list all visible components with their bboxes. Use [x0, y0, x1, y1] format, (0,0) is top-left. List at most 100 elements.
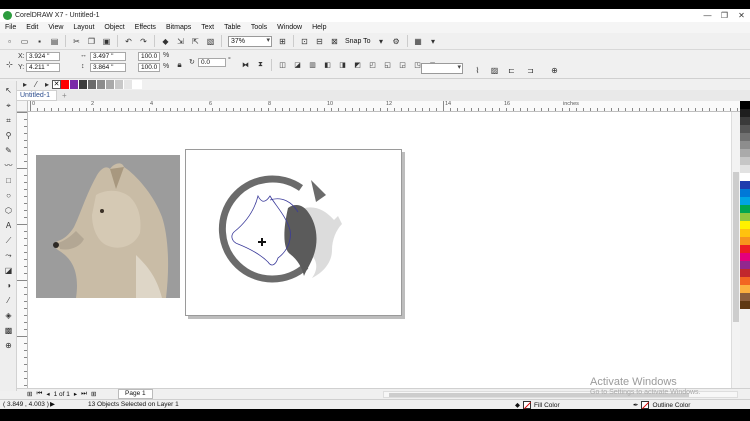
- text-tool-icon[interactable]: A: [1, 220, 16, 231]
- menu-edit[interactable]: Edit: [21, 24, 43, 31]
- palette-arrow-icon[interactable]: ▸: [43, 79, 51, 91]
- color-swatch[interactable]: [740, 237, 750, 245]
- menu-layout[interactable]: Layout: [68, 24, 99, 31]
- color-swatch[interactable]: [740, 277, 750, 285]
- add-page-icon[interactable]: ⊞: [91, 390, 96, 398]
- add-snap-point-icon[interactable]: ⊕: [548, 64, 561, 76]
- menu-window[interactable]: Window: [272, 24, 307, 31]
- vertical-ruler[interactable]: [17, 112, 28, 388]
- application-launcher-icon[interactable]: ▦: [412, 35, 425, 47]
- color-swatch[interactable]: [740, 117, 750, 125]
- pick-tool-icon[interactable]: ⊹: [3, 58, 16, 70]
- zoom-tool-icon[interactable]: ⚲: [1, 130, 16, 141]
- color-swatch[interactable]: [740, 261, 750, 269]
- shape-tool-icon[interactable]: ⌖: [1, 100, 16, 111]
- menu-effects[interactable]: Effects: [130, 24, 161, 31]
- connector-tool-icon[interactable]: ⤳: [1, 250, 16, 261]
- ungroup-all-icon[interactable]: ▥: [306, 59, 319, 71]
- color-swatch[interactable]: [740, 269, 750, 277]
- color-swatch[interactable]: [740, 181, 750, 189]
- drop-shadow-tool-icon[interactable]: ◪: [1, 265, 16, 276]
- color-swatch[interactable]: [740, 125, 750, 133]
- close-button[interactable]: ✕: [733, 9, 750, 22]
- new-document-icon[interactable]: ▫: [3, 35, 16, 47]
- width-field[interactable]: 3.497 ": [90, 52, 126, 61]
- color-swatch[interactable]: [740, 165, 750, 173]
- color-swatch[interactable]: [740, 245, 750, 253]
- minimize-button[interactable]: —: [699, 9, 716, 22]
- group-icon[interactable]: ◫: [276, 59, 289, 71]
- wrap-text-icon[interactable]: ▨: [488, 64, 501, 76]
- trim-icon[interactable]: ◩: [351, 59, 364, 71]
- zoom-level-select[interactable]: 37%: [228, 35, 272, 47]
- simplify-icon[interactable]: ◱: [381, 59, 394, 71]
- x-position-field[interactable]: 3.924 ": [26, 52, 60, 61]
- color-swatch[interactable]: [740, 157, 750, 165]
- menu-tools[interactable]: Tools: [246, 24, 272, 31]
- prev-page-icon[interactable]: ◂: [46, 390, 49, 398]
- color-swatch[interactable]: [740, 173, 750, 181]
- undo-icon[interactable]: ↶: [122, 35, 135, 47]
- y-position-field[interactable]: 4.211 ": [26, 63, 60, 72]
- color-swatch[interactable]: [133, 80, 142, 89]
- restore-button[interactable]: ❐: [716, 9, 733, 22]
- convert-to-curves-icon[interactable]: ⌇: [471, 64, 484, 76]
- color-palette[interactable]: [740, 101, 750, 391]
- snap-to-dropdown[interactable]: Snap To: [345, 38, 371, 45]
- color-swatch[interactable]: [740, 141, 750, 149]
- artistic-media-icon[interactable]: 〰: [1, 160, 16, 171]
- chevron-down-icon[interactable]: ▾: [375, 35, 388, 47]
- color-swatch[interactable]: [740, 285, 750, 293]
- status-play-icon[interactable]: ▶: [50, 400, 55, 408]
- polygon-tool-icon[interactable]: ⬡: [1, 205, 16, 216]
- redo-icon[interactable]: ↷: [137, 35, 150, 47]
- menu-object[interactable]: Object: [99, 24, 129, 31]
- color-swatch[interactable]: [740, 221, 750, 229]
- color-swatch[interactable]: [97, 80, 106, 89]
- combine-icon[interactable]: ◧: [321, 59, 334, 71]
- menu-bitmaps[interactable]: Bitmaps: [161, 24, 196, 31]
- wolf-logo-artwork[interactable]: [186, 150, 403, 317]
- add-tool-icon[interactable]: ⊕: [1, 340, 16, 351]
- align-distribute-icon[interactable]: ⊏: [505, 64, 518, 76]
- no-color-swatch[interactable]: ✕: [52, 80, 61, 89]
- color-swatch[interactable]: [740, 301, 750, 309]
- export-icon[interactable]: ⇱: [189, 35, 202, 47]
- menu-file[interactable]: File: [0, 24, 21, 31]
- last-page-icon[interactable]: ⏭: [81, 390, 87, 398]
- smart-fill-icon[interactable]: ▩: [1, 325, 16, 336]
- color-swatch[interactable]: [740, 253, 750, 261]
- color-swatch[interactable]: [79, 80, 88, 89]
- crop-tool-icon[interactable]: ⌗: [1, 115, 16, 126]
- menu-view[interactable]: View: [43, 24, 68, 31]
- options-gear-icon[interactable]: ⚙: [390, 35, 403, 47]
- weld-icon[interactable]: ◨: [336, 59, 349, 71]
- copy-icon[interactable]: ❐: [85, 35, 98, 47]
- show-grid-icon[interactable]: ⊟: [313, 35, 326, 47]
- lock-ratio-icon[interactable]: 🔒︎: [173, 59, 186, 71]
- fill-color-indicator[interactable]: ◆ Fill Color: [515, 401, 560, 409]
- color-swatch[interactable]: [740, 189, 750, 197]
- full-screen-icon[interactable]: ⊞: [276, 35, 289, 47]
- add-tab-icon[interactable]: +: [62, 91, 67, 100]
- show-rulers-icon[interactable]: ⊡: [298, 35, 311, 47]
- eyedropper-icon[interactable]: ⁄: [31, 79, 41, 91]
- import-icon[interactable]: ⇲: [174, 35, 187, 47]
- interactive-fill-icon[interactable]: ◈: [1, 310, 16, 321]
- drawing-page[interactable]: [185, 149, 402, 316]
- mirror-vertical-icon[interactable]: ⧗: [254, 59, 267, 71]
- ungroup-icon[interactable]: ◪: [291, 59, 304, 71]
- color-swatch[interactable]: [88, 80, 97, 89]
- show-guidelines-icon[interactable]: ⊠: [328, 35, 341, 47]
- ellipse-tool-icon[interactable]: ○: [1, 190, 16, 201]
- mirror-horizontal-icon[interactable]: ⧓: [239, 59, 252, 71]
- paste-icon[interactable]: ▣: [100, 35, 113, 47]
- color-swatch[interactable]: [740, 205, 750, 213]
- color-swatch[interactable]: [124, 80, 133, 89]
- ruler-origin[interactable]: [17, 101, 28, 112]
- color-swatch[interactable]: [740, 149, 750, 157]
- vertical-scrollbar[interactable]: [731, 112, 740, 388]
- transparency-tool-icon[interactable]: ◑: [1, 280, 16, 291]
- rotation-angle-field[interactable]: 0.0: [198, 58, 226, 67]
- color-swatch[interactable]: [740, 109, 750, 117]
